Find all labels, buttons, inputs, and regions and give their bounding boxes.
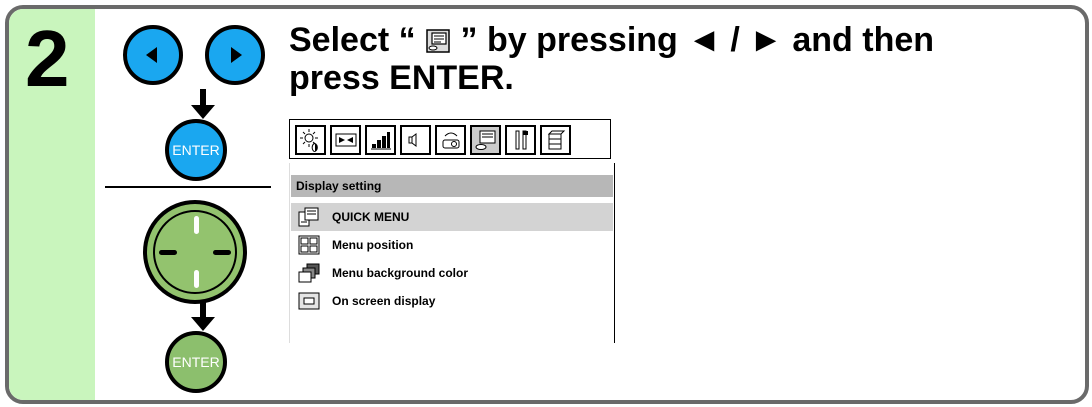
menu-item-label: On screen display (332, 294, 436, 308)
enter-label: ENTER (172, 354, 220, 370)
menu-body: Display setting QUICK MENU Menu position (289, 163, 615, 343)
menu-background-icon (298, 263, 320, 283)
on-screen-display-icon (298, 292, 320, 310)
instruction-heading: Select “ ” by pressing ◄ / ► and then pr… (289, 21, 1049, 97)
tab-level[interactable] (365, 125, 396, 155)
jog-tick-right (213, 250, 231, 255)
tab-tools[interactable] (505, 125, 536, 155)
tab-image-adjust[interactable] (330, 125, 361, 155)
cabinet-icon (547, 130, 565, 150)
jog-tick-bottom (194, 270, 199, 288)
menu-item-menu-background-color[interactable]: Menu background color (291, 259, 613, 287)
left-button[interactable] (123, 25, 183, 85)
heading-part1: Select “ (289, 21, 416, 59)
display-setting-icon (426, 29, 450, 53)
enter-button-top[interactable]: ENTER (165, 119, 227, 181)
projector-icon (442, 132, 459, 149)
tab-info[interactable] (540, 125, 571, 155)
enter-button-bottom[interactable]: ENTER (165, 331, 227, 393)
level-bars-icon (370, 132, 391, 150)
divider (105, 186, 271, 188)
jog-tick-left (159, 250, 177, 255)
heading-part2: ” by pressing (460, 21, 678, 59)
menu-item-menu-position[interactable]: Menu position (291, 231, 613, 259)
menu-screen: Display setting QUICK MENU Menu position (289, 119, 615, 344)
heading-part3: ◄ / ► and then (687, 21, 935, 59)
menu-item-label: QUICK MENU (332, 210, 410, 224)
heading-line2: press ENTER. (289, 59, 514, 97)
left-arrow-icon (146, 47, 157, 63)
menu-position-icon (298, 235, 320, 255)
tab-picture[interactable] (295, 125, 326, 155)
enter-label: ENTER (172, 142, 220, 158)
image-adjust-icon (335, 133, 356, 147)
step-number: 2 (25, 14, 70, 103)
arrow-down-icon (191, 301, 215, 331)
right-arrow-icon (231, 47, 242, 63)
tools-icon (515, 130, 528, 150)
jog-dial-center (153, 210, 237, 294)
menu-item-label: Menu position (332, 238, 414, 252)
instruction-panel: 2 ENTER ENTER Select “ ” by pressing ◄ /… (5, 5, 1089, 404)
speaker-icon (408, 133, 416, 147)
tab-setup[interactable] (435, 125, 466, 155)
jog-tick-top (194, 216, 199, 234)
arrow-down-icon (191, 89, 215, 119)
brightness-icon (299, 129, 318, 152)
menu-item-on-screen-display[interactable]: On screen display (291, 287, 613, 315)
display-setting-icon (475, 130, 495, 150)
quick-menu-icon (298, 207, 319, 227)
jog-dial[interactable] (143, 200, 247, 304)
right-button[interactable] (205, 25, 265, 85)
tab-display-setting[interactable] (470, 125, 501, 155)
menu-item-quick-menu[interactable]: QUICK MENU (291, 203, 613, 231)
menu-tab-bar (289, 119, 611, 159)
tab-audio[interactable] (400, 125, 431, 155)
menu-item-label: Menu background color (332, 266, 469, 280)
menu-title: Display setting (291, 175, 613, 197)
